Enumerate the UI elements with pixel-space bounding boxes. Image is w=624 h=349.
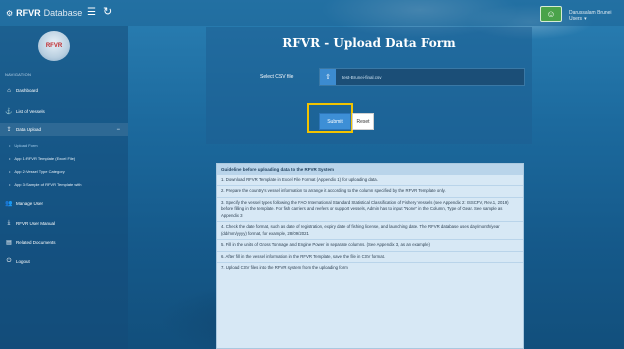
sidebar-item-label: Related Documents <box>16 240 56 245</box>
caret-down-icon: ▾ <box>584 16 587 22</box>
collapse-icon[interactable]: − <box>116 127 120 133</box>
file-upload-icon[interactable]: ⇧ <box>320 69 336 85</box>
guideline-step: 4. Check the date format, such as date o… <box>217 221 523 239</box>
subitem-upload-form[interactable]: • Upload Form <box>0 140 128 151</box>
logo-text: RFVR <box>45 43 63 49</box>
guideline-step: 3. Specify the vessel types following th… <box>217 196 523 221</box>
subitem-app2[interactable]: • App 2:Vessel Type Category <box>0 166 128 177</box>
guideline-step: 1. Download RFVR Template in Excel File … <box>217 174 523 185</box>
selected-file-name: test-Brunei-final.csv <box>342 74 382 80</box>
download-icon: ⤓ <box>7 220 11 226</box>
brand-suffix: Database <box>43 8 83 18</box>
bullet-icon: • <box>9 143 11 148</box>
refresh-icon[interactable]: ↻ <box>103 5 112 18</box>
upload-icon: ⇪ <box>6 127 12 133</box>
sidebar-item-logout[interactable]: ⏻ Logout <box>0 255 128 268</box>
csv-file-input[interactable]: ⇧ test-Brunei-final.csv <box>319 68 525 86</box>
csv-file-label: Select CSV file <box>260 74 294 80</box>
sidebar-item-label: Data Upload <box>16 127 42 132</box>
user-avatar-icon[interactable]: ☺ <box>540 6 562 22</box>
subitem-label: App 1:RFVR Template (Excel File) <box>14 156 76 161</box>
subitem-label: App 2:Vessel Type Category <box>14 169 65 174</box>
hamburger-menu-icon[interactable]: ☰ <box>87 7 96 18</box>
guideline-step: 6. After fill in the vessel information … <box>217 250 523 262</box>
anchor-icon: ⚓ <box>5 109 13 115</box>
subitem-app3[interactable]: • App 3:Sample of RFVR Template with <box>0 179 128 190</box>
top-bar: ⚙ RFVR Database ☰ ↻ ☺ Darussalam Brunei … <box>0 0 624 26</box>
sidebar-item-list-of-vessels[interactable]: ⚓ List of Vessels <box>0 105 128 118</box>
sidebar-item-label: Dashboard <box>16 88 39 93</box>
guideline-step: 2. Prepare the country's vessel informat… <box>217 185 523 196</box>
guideline-step: 7. Upload CSV files into the RFVR system… <box>217 261 523 273</box>
brand[interactable]: ⚙ RFVR Database <box>6 8 82 18</box>
brand-name: RFVR <box>16 8 41 18</box>
nav-heading: NAVIGATION <box>5 72 32 77</box>
sidebar-item-label: List of Vessels <box>16 109 45 114</box>
guideline-step: 5. Fill in the units of Gross Tonnage an… <box>217 239 523 250</box>
guideline-panel: Guideline before uploading data to the R… <box>216 163 524 349</box>
sidebar-item-label: RFVR User Manual <box>16 221 56 226</box>
submit-button[interactable]: Submit <box>319 113 351 130</box>
sidebar-item-dashboard[interactable]: ⌂ Dashboard <box>0 84 128 97</box>
sidebar-item-label: Manage User <box>16 201 44 206</box>
book-icon: ▤ <box>6 240 12 246</box>
username-label: Darussalam Brunei Users <box>569 10 612 22</box>
subitem-app1[interactable]: • App 1:RFVR Template (Excel File) <box>0 153 128 164</box>
home-icon: ⌂ <box>7 87 11 94</box>
brand-gear-icon: ⚙ <box>6 8 14 18</box>
sidebar: RFVR NAVIGATION ⌂ Dashboard ⚓ List of Ve… <box>0 26 128 349</box>
subitem-label: App 3:Sample of RFVR Template with <box>14 182 82 187</box>
form-title: RFVR - Upload Data Form <box>282 36 456 50</box>
rfvr-logo: RFVR <box>38 31 70 61</box>
sidebar-item-data-upload[interactable]: ⇪ Data Upload − <box>0 123 128 136</box>
sidebar-item-manage-user[interactable]: 👥 Manage User <box>0 197 128 210</box>
users-icon: 👥 <box>5 201 13 207</box>
bullet-icon: • <box>9 156 11 161</box>
bullet-icon: • <box>9 169 11 174</box>
sidebar-item-label: Logout <box>16 259 30 264</box>
guideline-title: Guideline before uploading data to the R… <box>217 164 523 174</box>
bullet-icon: • <box>9 182 11 187</box>
sidebar-item-user-manual[interactable]: ⤓ RFVR User Manual <box>0 217 128 230</box>
reset-button[interactable]: Reset <box>352 113 374 130</box>
user-menu[interactable]: Darussalam Brunei Users ▾ <box>569 10 624 22</box>
sidebar-item-related-documents[interactable]: ▤ Related Documents <box>0 236 128 249</box>
subitem-label: Upload Form <box>14 143 38 148</box>
power-icon: ⏻ <box>6 258 12 264</box>
